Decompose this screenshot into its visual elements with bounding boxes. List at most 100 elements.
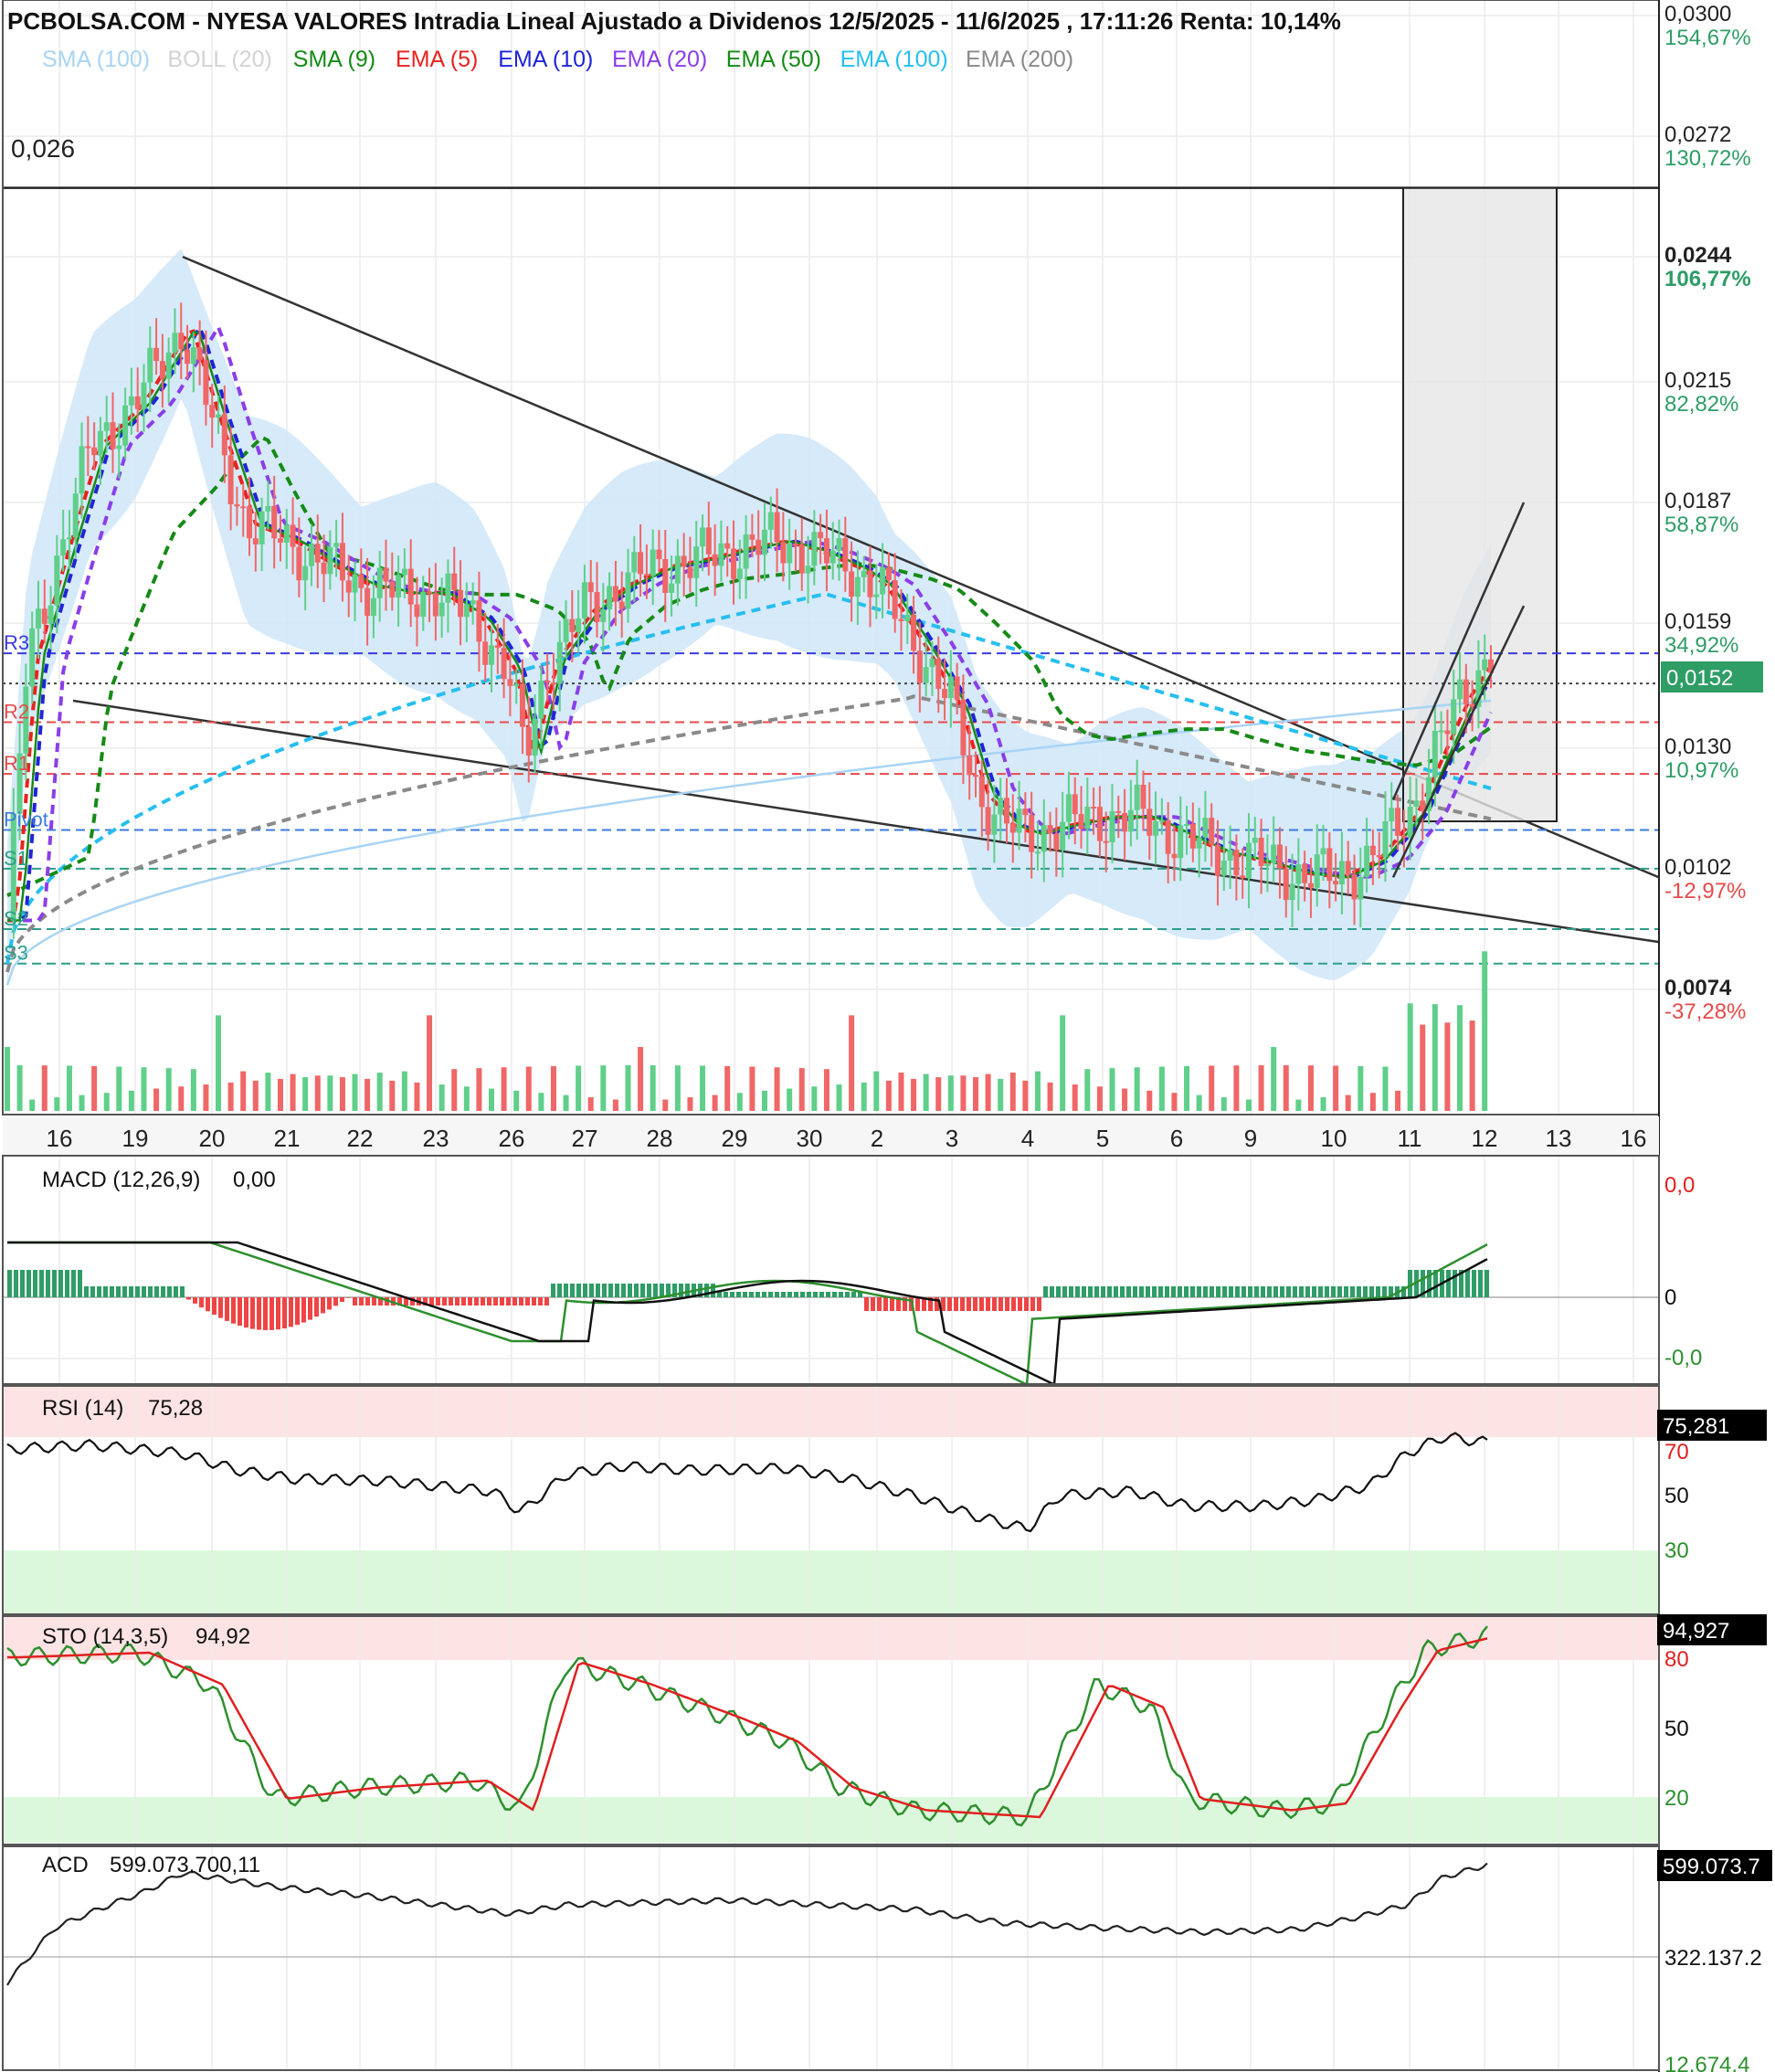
- volume-bar: [749, 1066, 755, 1111]
- x-tick-label: 20: [199, 1125, 226, 1152]
- candle-body: [1202, 818, 1209, 838]
- volume-bar: [314, 1075, 321, 1111]
- resistance-label: 0,026: [11, 134, 75, 163]
- macd-histogram-bar: [544, 1297, 549, 1306]
- candle-body: [494, 645, 501, 649]
- candle-body: [1389, 808, 1395, 822]
- volume-bar: [1295, 1099, 1302, 1111]
- candle-body: [643, 574, 650, 576]
- macd-histogram-bar: [1056, 1286, 1061, 1297]
- macd-histogram-bar: [1273, 1286, 1278, 1297]
- candle-body: [1345, 861, 1351, 875]
- macd-histogram-bar: [1280, 1286, 1284, 1297]
- axis-percent-label: -37,28%: [1664, 999, 1746, 1024]
- macd-histogram-bar: [1088, 1286, 1093, 1297]
- volume-bar: [339, 1077, 345, 1111]
- macd-histogram-bar: [1453, 1270, 1457, 1297]
- candle-body: [954, 676, 960, 700]
- volume-bar: [376, 1073, 383, 1111]
- candle-body: [973, 775, 979, 777]
- x-tick-label: 16: [1621, 1125, 1647, 1152]
- candle-body: [451, 573, 458, 590]
- volume-bar: [1184, 1065, 1190, 1111]
- volume-bar: [153, 1088, 160, 1111]
- volume-bar: [54, 1097, 60, 1111]
- volume-bar: [1444, 1022, 1451, 1111]
- volume-bar: [849, 1015, 855, 1111]
- macd-histogram-bar: [39, 1270, 44, 1297]
- macd-histogram-bar: [84, 1286, 89, 1297]
- rsi-axis-50: 50: [1664, 1484, 1689, 1508]
- macd-histogram-bar: [883, 1297, 888, 1311]
- candle-body: [1295, 864, 1302, 884]
- macd-histogram-bar: [295, 1297, 300, 1326]
- axis-percent-label: 106,77%: [1664, 267, 1751, 291]
- rsi-axis-70: 70: [1664, 1440, 1689, 1464]
- macd-histogram-bar: [238, 1297, 242, 1327]
- macd-histogram-bar: [794, 1292, 798, 1297]
- candle-body: [370, 597, 376, 617]
- candle-body: [1165, 819, 1171, 854]
- candle-body: [1171, 853, 1178, 859]
- macd-histogram-bar: [1197, 1286, 1201, 1297]
- macd-histogram-bar: [442, 1297, 447, 1306]
- candle-body: [1369, 845, 1376, 856]
- candle-body: [178, 333, 185, 350]
- volume-bar: [414, 1082, 420, 1111]
- volume-bar: [1469, 1020, 1475, 1111]
- candle-body: [569, 618, 576, 632]
- candle-body: [885, 567, 892, 581]
- candle-body: [550, 682, 556, 685]
- candle-body: [420, 591, 427, 618]
- candle-body: [556, 641, 563, 684]
- candle-body: [1276, 844, 1283, 869]
- volume-bar: [1457, 1005, 1463, 1111]
- candle-body: [1413, 800, 1420, 808]
- volume-bar: [1258, 1065, 1264, 1111]
- macd-histogram-bar: [7, 1270, 12, 1297]
- macd-histogram-bar: [755, 1292, 760, 1297]
- macd-histogram-bar: [1126, 1286, 1131, 1297]
- candle-body: [1003, 798, 1009, 824]
- macd-histogram-bar: [787, 1292, 792, 1297]
- x-tick-label: 13: [1546, 1125, 1572, 1152]
- macd-histogram-bar: [781, 1292, 786, 1297]
- macd-histogram-bar: [704, 1284, 709, 1297]
- axis-percent-label: 82,82%: [1664, 392, 1738, 417]
- candle-body: [612, 586, 618, 602]
- axis-price-label: 0,0130: [1664, 735, 1731, 759]
- axis-percent-label: 58,87%: [1664, 513, 1738, 537]
- volume-bar: [600, 1065, 607, 1111]
- legend-item-3: EMA (5): [396, 47, 478, 72]
- pivot-label-pivot: Pivot: [4, 808, 48, 830]
- candle-body: [904, 614, 911, 622]
- legend-item-5: EMA (20): [612, 47, 707, 72]
- pivot-label-s3: S3: [4, 942, 28, 965]
- candle-body: [880, 567, 886, 595]
- candle-body: [259, 511, 265, 544]
- macd-histogram-bar: [653, 1284, 658, 1297]
- x-tick-label: 26: [499, 1125, 525, 1152]
- candle-body: [1407, 807, 1413, 839]
- macd-histogram-bar: [276, 1297, 280, 1330]
- candle-body: [638, 552, 644, 575]
- volume-bar: [612, 1099, 618, 1111]
- macd-histogram-bar: [1261, 1286, 1265, 1297]
- volume-bar: [265, 1073, 271, 1111]
- candle-body: [458, 589, 464, 618]
- macd-histogram-bar: [468, 1297, 472, 1306]
- candle-body: [252, 538, 259, 544]
- x-tick-label: 16: [47, 1125, 73, 1152]
- candle-body: [1240, 875, 1246, 879]
- x-tick-label: 3: [946, 1125, 958, 1152]
- volume-bar: [1333, 1065, 1339, 1111]
- macd-histogram-bar: [269, 1297, 274, 1330]
- macd-value: 0,00: [233, 1168, 276, 1192]
- x-tick-label: 28: [647, 1125, 673, 1152]
- macd-histogram-bar: [289, 1297, 293, 1327]
- macd-histogram-bar: [583, 1284, 587, 1297]
- macd-histogram-bar: [180, 1286, 185, 1297]
- candle-body: [1245, 842, 1252, 879]
- candle-body: [66, 537, 72, 540]
- macd-histogram-bar: [724, 1292, 728, 1297]
